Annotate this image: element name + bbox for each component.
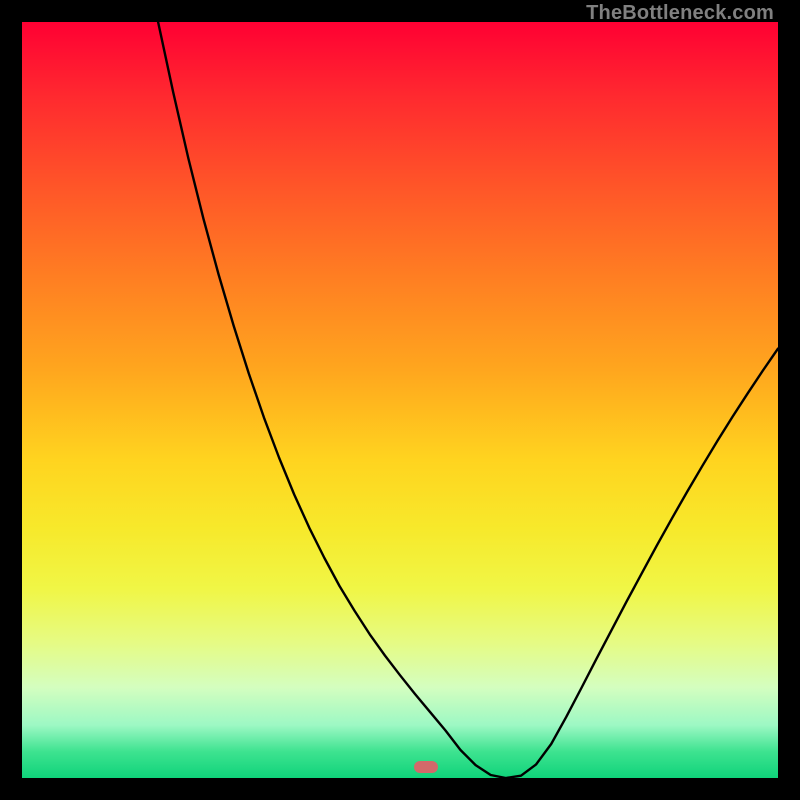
bottleneck-curve <box>22 22 778 778</box>
watermark-text: TheBottleneck.com <box>586 2 774 25</box>
optimal-point-marker <box>414 761 438 773</box>
plot-area <box>22 22 778 778</box>
chart-frame: TheBottleneck.com <box>0 0 800 800</box>
